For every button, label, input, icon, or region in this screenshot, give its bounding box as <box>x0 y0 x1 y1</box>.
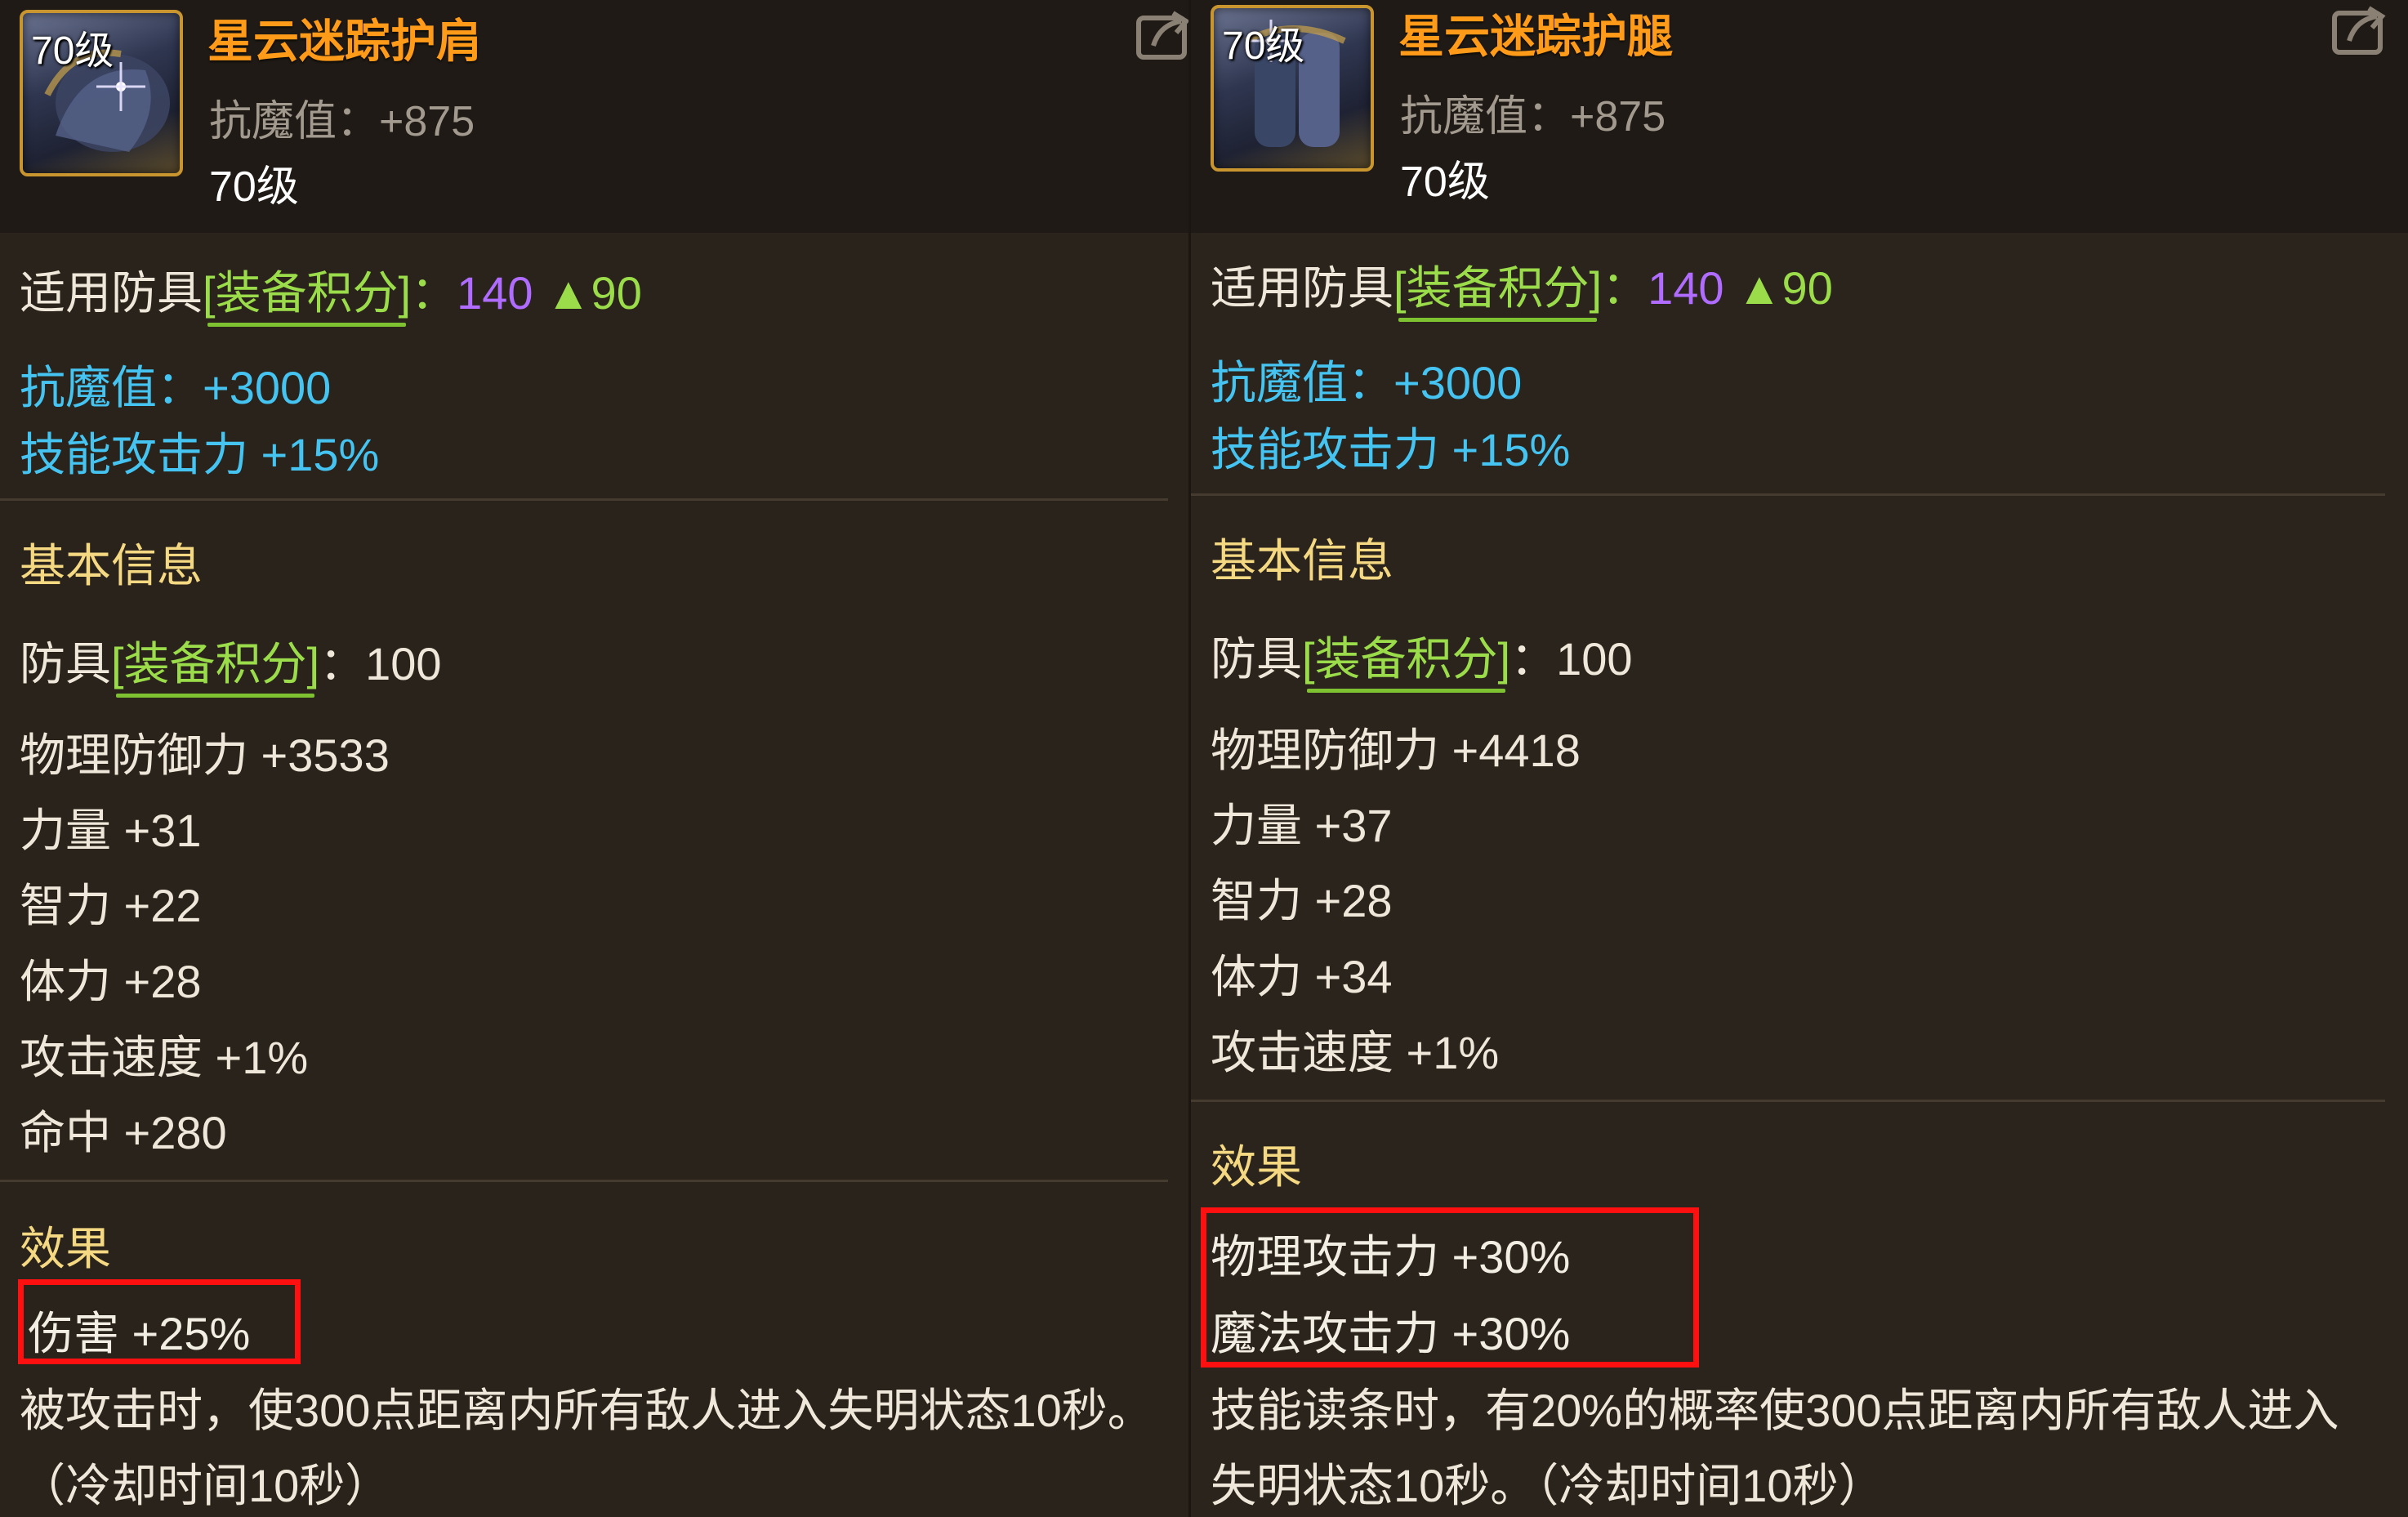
score-value: 140 <box>457 267 533 319</box>
equipment-score-label: [装备积分] <box>1394 262 1603 314</box>
leg-armor-icon: 70级 <box>1211 5 1374 172</box>
divider <box>0 1180 1168 1182</box>
header-resist-stat: 抗魔值：+875 <box>209 98 475 145</box>
bonus-stat: 抗魔值：+3000 <box>1211 357 1523 408</box>
item-name: 星云迷踪护腿 <box>1398 11 1673 62</box>
armor-score-link[interactable]: [装备积分] <box>111 638 320 698</box>
equipment-score-link[interactable]: [装备积分] <box>1394 262 1603 322</box>
armor-score-line: 防具[装备积分] ：100 <box>1211 622 1633 693</box>
divider <box>0 498 1168 501</box>
bonus-stat: 技能攻击力 +15% <box>20 429 380 480</box>
stat-line: 智力 +22 <box>20 880 202 931</box>
icon-level-label: 70级 <box>31 29 114 73</box>
armor-score-label: [装备积分] <box>1302 633 1511 685</box>
equipment-score-link[interactable]: [装备积分] <box>203 267 412 327</box>
stat-line: 体力 +34 <box>1211 951 1393 1002</box>
bonus-stat: 技能攻击力 +15% <box>1211 424 1571 475</box>
score-increase: ▲90 <box>1737 262 1833 314</box>
share-icon[interactable] <box>1135 10 1191 62</box>
shoulder-armor-icon: 70级 <box>20 10 183 176</box>
effect-line: 伤害 +25% <box>28 1308 251 1359</box>
score-increase: ▲90 <box>546 267 642 319</box>
effect-description: 被攻击时，使300点距离内所有敌人进入失明状态10秒。 <box>20 1385 1153 1436</box>
stat-line: 攻击速度 +1% <box>20 1032 309 1083</box>
armor-score-link[interactable]: [装备积分] <box>1302 633 1511 693</box>
score-colon: ： <box>1602 262 1648 314</box>
armor-score-prefix: 防具 <box>1211 633 1302 685</box>
share-icon[interactable] <box>2331 5 2388 57</box>
stat-line: 体力 +28 <box>20 956 202 1007</box>
basic-info-title: 基本信息 <box>1211 535 1394 587</box>
link-underline <box>1398 318 1598 322</box>
tooltip-header: 70级 星云迷踪护肩 抗魔值：+875 70级 <box>0 0 1191 233</box>
divider <box>1191 493 2385 496</box>
item-tooltip-left: 70级 星云迷踪护肩 抗魔值：+875 70级 适用防具[装备积分] ：140 ▲… <box>0 0 1191 1517</box>
equipment-score-label: [装备积分] <box>203 267 412 319</box>
score-colon: ： <box>411 267 457 319</box>
link-underline <box>1307 689 1506 693</box>
effect-line: 物理攻击力 +30% <box>1211 1231 1571 1283</box>
bonus-stat: 抗魔值：+3000 <box>20 362 332 413</box>
link-underline <box>116 694 315 698</box>
stat-line: 物理防御力 +4418 <box>1211 725 1581 776</box>
stat-line: 智力 +28 <box>1211 875 1393 926</box>
icon-level-label: 70级 <box>1222 25 1305 68</box>
effect-description: 技能读条时，有20%的概率使300点距离内所有敌人进入 <box>1211 1385 2339 1436</box>
basic-info-title: 基本信息 <box>20 540 203 591</box>
item-tooltip-right: 70级 星云迷踪护腿 抗魔值：+875 70级 适用防具[装备积分] ：140 ▲… <box>1191 0 2408 1517</box>
stat-line: 物理防御力 +3533 <box>20 729 390 781</box>
header-level: 70级 <box>1400 158 1490 206</box>
stat-line: 力量 +31 <box>20 805 202 856</box>
item-name: 星云迷踪护肩 <box>207 16 482 67</box>
armor-score-value: ：100 <box>1510 633 1633 685</box>
stat-line: 力量 +37 <box>1211 800 1393 851</box>
equipment-score-line: 适用防具[装备积分] ：140 ▲90 <box>20 257 642 327</box>
effect-description: （冷却时间10秒） <box>20 1460 391 1511</box>
divider <box>1191 1100 2385 1102</box>
score-prefix: 适用防具 <box>20 267 203 319</box>
effect-title: 效果 <box>1211 1141 1302 1193</box>
effect-title: 效果 <box>20 1223 111 1274</box>
effect-line: 魔法攻击力 +30% <box>1211 1308 1571 1359</box>
armor-score-label: [装备积分] <box>111 638 320 689</box>
link-underline <box>207 323 407 327</box>
equipment-score-line: 适用防具[装备积分] ：140 ▲90 <box>1211 252 1833 322</box>
tooltip-header: 70级 星云迷踪护腿 抗魔值：+875 70级 <box>1191 0 2408 233</box>
effect-description: 失明状态10秒。（冷却时间10秒） <box>1211 1460 1884 1511</box>
header-resist-stat: 抗魔值：+875 <box>1400 93 1666 141</box>
score-prefix: 适用防具 <box>1211 262 1394 314</box>
armor-score-value: ：100 <box>319 638 442 689</box>
armor-score-line: 防具[装备积分] ：100 <box>20 627 442 698</box>
score-value: 140 <box>1648 262 1724 314</box>
header-level: 70级 <box>209 163 299 211</box>
armor-score-prefix: 防具 <box>20 638 111 689</box>
stat-line: 攻击速度 +1% <box>1211 1027 1500 1078</box>
stat-line: 命中 +280 <box>20 1107 227 1158</box>
